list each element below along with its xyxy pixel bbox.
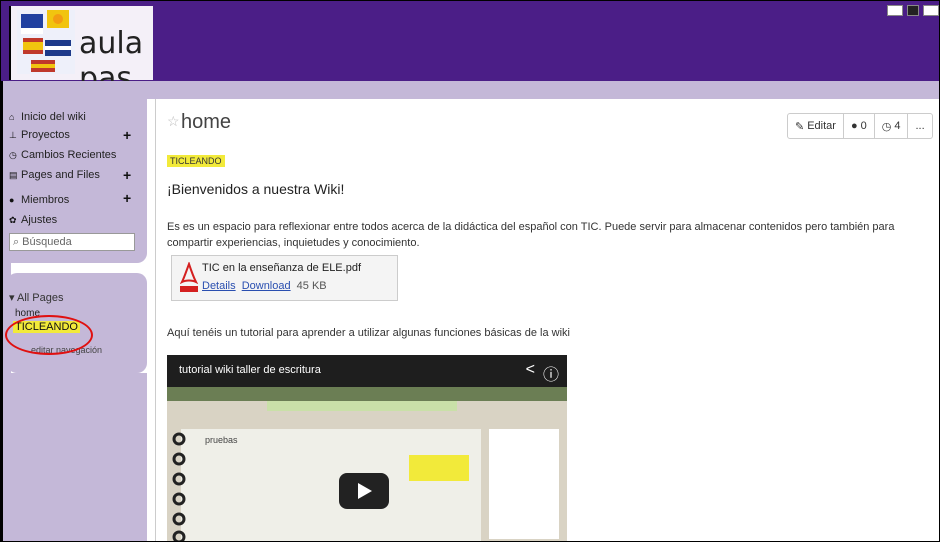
more-button[interactable]: ... — [908, 114, 931, 138]
attachment-size: 45 KB — [296, 280, 327, 292]
site-logo[interactable]: aula pas — [9, 6, 153, 96]
sidebar-item-proyectos[interactable]: ⊥ Proyectos — [9, 129, 70, 141]
star-icon[interactable]: ☆ — [167, 113, 180, 130]
pencil-icon: ✎ — [795, 120, 805, 133]
annotation-circle — [5, 315, 93, 355]
video-title[interactable]: tutorial wiki taller de escritura — [179, 364, 321, 376]
attachment-name[interactable]: TIC en la enseñanza de ELE.pdf — [202, 262, 361, 274]
search-placeholder: Búsqueda — [22, 236, 72, 248]
info-icon[interactable]: ⓘ — [543, 361, 559, 385]
video-actions: < ⓘ — [526, 361, 559, 385]
flags-logo-icon — [17, 10, 75, 74]
video-embed[interactable]: pruebas tutorial wiki taller de escritur… — [167, 355, 567, 541]
page-tag[interactable]: TICLEANDO — [167, 155, 225, 167]
window-button[interactable] — [887, 5, 903, 16]
tutorial-text: Aquí tenéis un tutorial para aprender a … — [167, 327, 570, 339]
comments-icon: ● — [850, 120, 858, 132]
file-icon: ▤ — [9, 169, 18, 180]
download-link[interactable]: Download — [242, 280, 291, 292]
edit-button[interactable]: ✎ Editar — [788, 114, 844, 138]
thumbnail-page-title: pruebas — [205, 435, 238, 445]
history-icon: ◷ — [881, 120, 892, 133]
sidebar-item-settings[interactable]: ✿ Ajustes — [9, 214, 57, 226]
sidebar-item-members[interactable]: ● Miembros — [9, 194, 69, 206]
thumbnail-highlight — [409, 455, 469, 481]
welcome-heading: ¡Bienvenidos a nuestra Wiki! — [167, 181, 345, 197]
edit-label: Editar — [807, 120, 836, 132]
thumbnail-notice — [267, 401, 457, 411]
site-header: aula pas — [1, 1, 939, 96]
sidebar-item-label: Cambios Recientes — [21, 149, 117, 161]
sidebar-item-label: Proyectos — [21, 129, 70, 141]
clock-icon: ◷ — [9, 149, 17, 160]
sitemap-icon: ⊥ — [9, 129, 17, 140]
sidebar-filler — [7, 373, 147, 541]
search-icon: ⌕ — [13, 235, 20, 248]
window-button[interactable] — [923, 5, 939, 16]
header-subband — [1, 81, 939, 99]
page-toolbar: ✎ Editar ● 0 ◷ 4 ... — [787, 113, 933, 139]
history-button[interactable]: ◷ 4 — [875, 114, 909, 138]
thumbnail-panel: pruebas — [181, 429, 481, 541]
search-input[interactable]: ⌕ Búsqueda — [9, 233, 135, 251]
video-titlebar: tutorial wiki taller de escritura < ⓘ — [167, 355, 567, 387]
video-thumbnail: pruebas — [167, 387, 567, 541]
home-icon: ⌂ — [9, 111, 15, 122]
share-icon[interactable]: < — [526, 361, 535, 385]
sidebar-item-label: Miembros — [21, 194, 70, 206]
sidebar-item-label: Pages and Files — [21, 169, 100, 181]
all-pages-label: All Pages — [16, 292, 64, 304]
gear-icon: ✿ — [9, 214, 17, 225]
thumbnail-sidebar — [489, 429, 559, 539]
add-proyecto-button[interactable]: + — [123, 127, 131, 143]
sidebar-item-label: Ajustes — [21, 214, 58, 226]
sidebar-item-pages-files[interactable]: ▤ Pages and Files — [9, 169, 100, 181]
window-controls — [887, 5, 939, 16]
thumbnail-topbar — [167, 387, 567, 401]
add-member-button[interactable]: + — [123, 190, 131, 206]
sidebar-item-recent-changes[interactable]: ◷ Cambios Recientes — [9, 149, 116, 161]
pdf-icon — [180, 262, 198, 292]
window-button[interactable] — [907, 5, 919, 16]
browser-frame: aula pas ⌂ Inicio del wiki ⊥ Proyectos +… — [0, 0, 940, 542]
history-count: 4 — [894, 120, 901, 132]
add-page-button[interactable]: + — [123, 167, 131, 183]
spiral-binding-icon — [172, 432, 186, 541]
attachment-links: Details Download 45 KB — [202, 280, 327, 292]
details-link[interactable]: Details — [202, 280, 236, 292]
page-title: home — [181, 111, 232, 133]
user-icon: ● — [9, 194, 15, 205]
file-attachment: TIC en la enseñanza de ELE.pdf Details D… — [171, 255, 398, 301]
sidebar-item-label: Inicio del wiki — [21, 111, 86, 123]
comments-count: 0 — [860, 120, 867, 132]
intro-paragraph: Es es un espacio para reflexionar entre … — [167, 221, 895, 249]
comments-button[interactable]: ● 0 — [844, 114, 875, 138]
play-button[interactable] — [339, 473, 389, 509]
all-pages-toggle[interactable]: ▾ All Pages — [9, 291, 63, 304]
sidebar-item-home[interactable]: ⌂ Inicio del wiki — [9, 111, 86, 123]
